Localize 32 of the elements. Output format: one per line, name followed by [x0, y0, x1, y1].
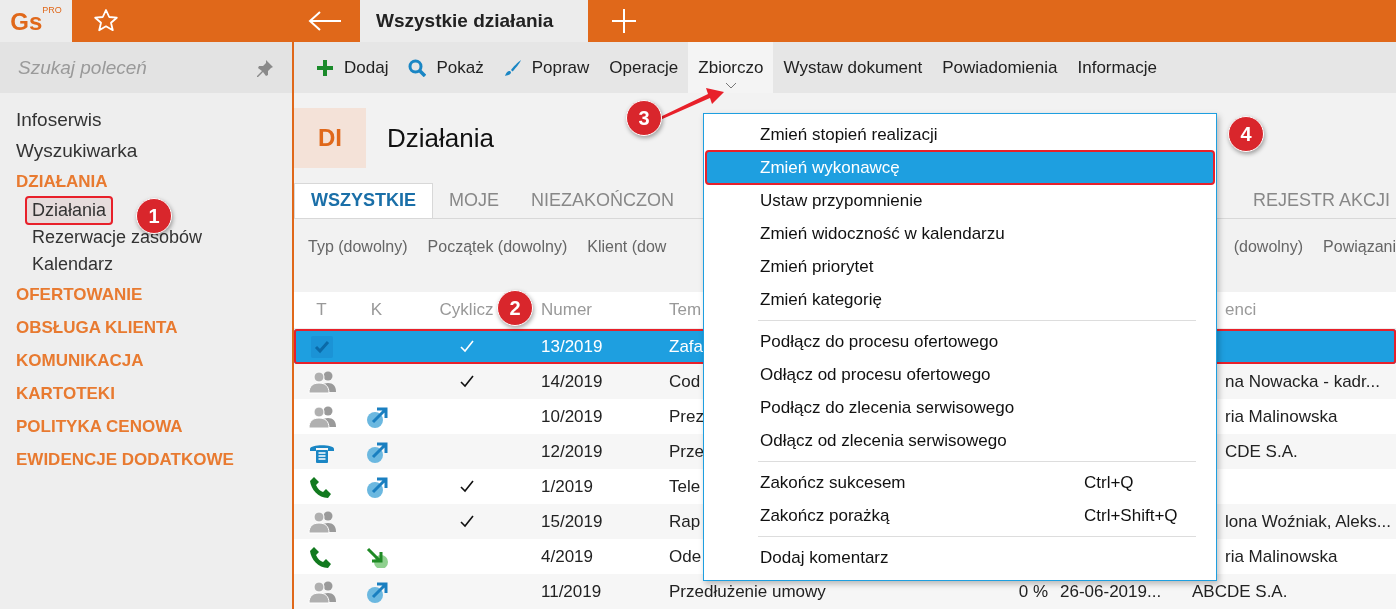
table-cell-text: 10/2019	[540, 406, 604, 427]
table-cell-text: Zafa	[668, 336, 704, 357]
table-cell-text: Rap	[668, 511, 701, 532]
table-cell-text: ria Malinowska	[1224, 546, 1339, 567]
table-cell-text: 15/2019	[540, 511, 604, 532]
table-cell-text: 14/2019	[540, 371, 604, 392]
table-cell-text: na Nowacka - kadr...	[1224, 371, 1381, 392]
table-cell-text: 4/2019	[540, 546, 594, 567]
table-cell-text: 11/2019	[540, 581, 603, 602]
shortcut-text: Ctrl+Q	[1084, 472, 1134, 493]
table-cell-text: lona Woźniak, Aleks...	[1224, 511, 1392, 532]
table-cell-text: CDE S.A.	[1224, 441, 1299, 462]
table-cell-text: ABCDE S.A.	[1191, 581, 1288, 602]
table-cell-text: Ode	[668, 546, 702, 567]
logo-text: Gs	[10, 8, 43, 36]
table-cell-text: 0 %	[1017, 581, 1049, 602]
step-number-badge: 4	[1228, 116, 1264, 152]
page-title: Działania	[387, 122, 494, 154]
table-cell-text: Tele	[668, 476, 701, 497]
table-cell-text: Przedłużenie umowy	[668, 581, 827, 602]
shortcut-text: Ctrl+Shift+Q	[1084, 505, 1178, 526]
step-number-badge: 3	[626, 100, 662, 136]
table-cell-text: 26-06-2019...	[1059, 581, 1163, 602]
table-cell-text: ria Malinowska	[1224, 406, 1339, 427]
table-cell-text: Prez	[668, 406, 704, 427]
table-cell-text: 1/2019	[540, 476, 594, 497]
module-badge: DI	[294, 108, 366, 168]
table-cell-text: Prze	[668, 441, 704, 462]
table-cell-text: 12/2019	[540, 441, 604, 462]
logo-superscript: PRO	[42, 5, 62, 15]
table-cell-text: Cod	[668, 371, 701, 392]
table-cell-text: 13/2019	[540, 336, 604, 357]
